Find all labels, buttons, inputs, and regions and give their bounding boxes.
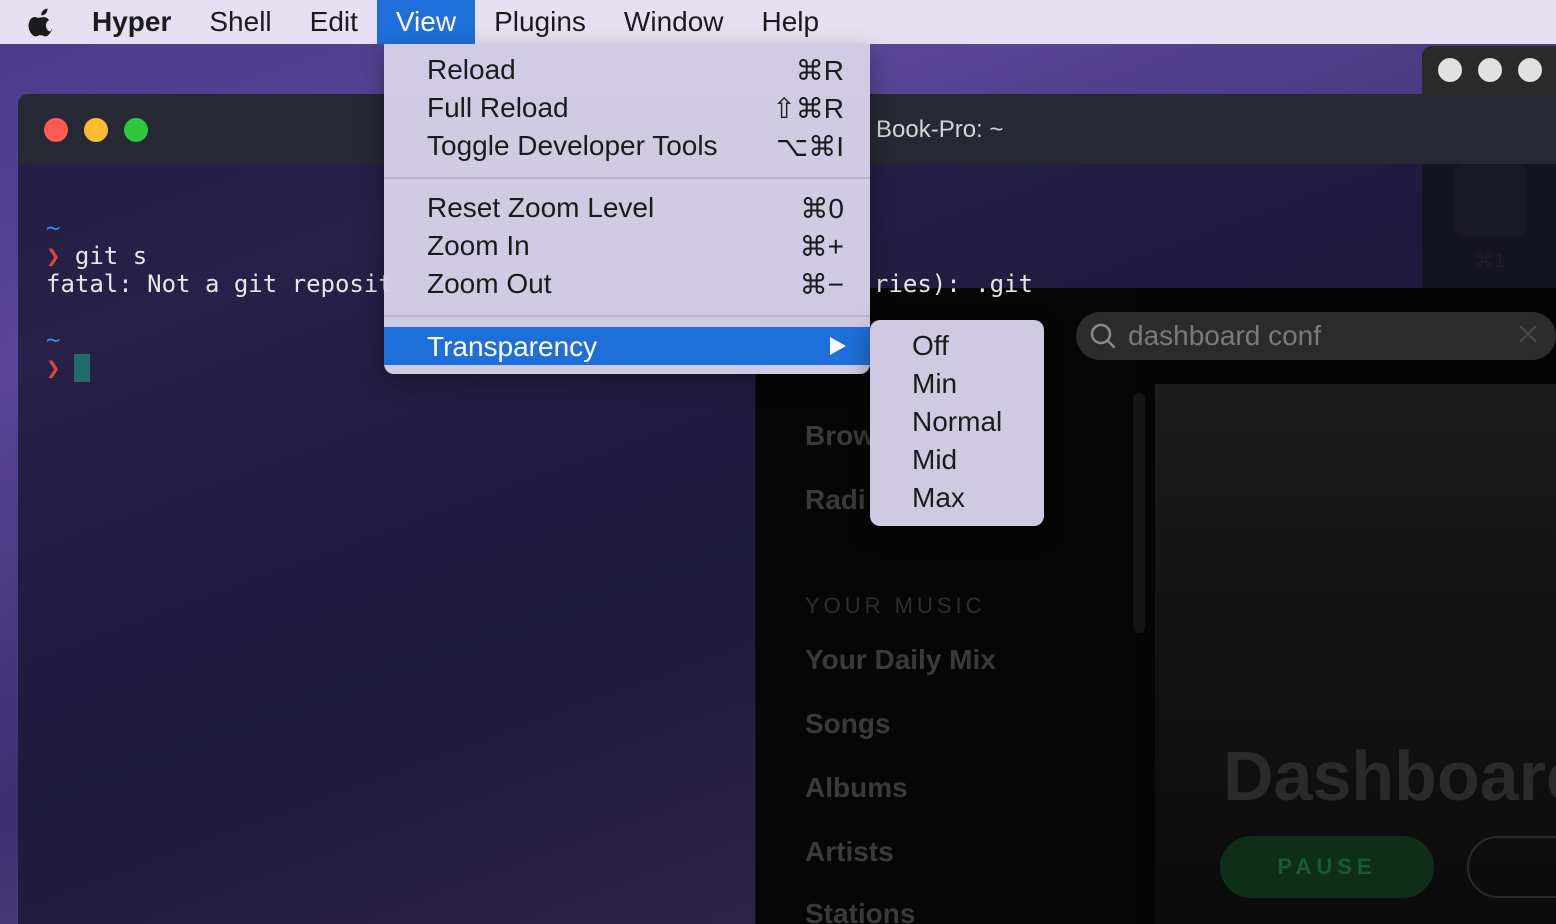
menu-item-label: Reset Zoom Level <box>427 192 655 223</box>
terminal-body-right[interactable]: ries): .git <box>756 164 1556 298</box>
menu-item-zoom-in[interactable]: Zoom In ⌘+ <box>384 226 870 264</box>
zoom-button[interactable] <box>124 118 148 142</box>
submenu-arrow-icon <box>830 337 846 355</box>
minimize-button[interactable] <box>84 118 108 142</box>
submenu-item-normal[interactable]: Normal <box>912 406 1002 438</box>
menu-item-label: Zoom In <box>427 230 530 261</box>
menu-item-toggle-dev-tools[interactable]: Toggle Developer Tools ⌥⌘I <box>384 126 870 164</box>
menu-item-label: Zoom Out <box>427 268 552 299</box>
transparency-submenu: Off Min Normal Mid Max <box>870 320 1044 526</box>
menu-edit[interactable]: Edit <box>291 0 377 44</box>
terminal-title: Book-Pro: ~ <box>876 116 1004 143</box>
apple-menu[interactable] <box>28 7 56 37</box>
menu-item-transparency[interactable]: Transparency <box>384 327 870 365</box>
menu-bar: Hyper Shell Edit View Plugins Window Hel… <box>0 0 1556 44</box>
menu-view[interactable]: View <box>376 0 476 44</box>
view-menu-dropdown: Reload ⌘R Full Reload ⇧⌘R Toggle Develop… <box>384 44 870 374</box>
menu-plugins[interactable]: Plugins <box>475 0 605 44</box>
prompt-arrow: ❯ <box>46 354 61 382</box>
menu-app-hyper[interactable]: Hyper <box>92 0 190 44</box>
close-button[interactable] <box>44 118 68 142</box>
menu-item-reload[interactable]: Reload ⌘R <box>384 50 870 88</box>
menu-separator <box>384 315 870 317</box>
submenu-item-min[interactable]: Min <box>912 368 957 400</box>
command-text: git s <box>60 242 148 270</box>
terminal-line-tilde: ~ <box>46 326 61 354</box>
menu-window[interactable]: Window <box>605 0 743 44</box>
menu-item-shortcut: ⌘R <box>795 55 844 86</box>
menu-item-label: Toggle Developer Tools <box>427 130 718 161</box>
menu-shell[interactable]: Shell <box>190 0 290 44</box>
menu-item-label: Reload <box>427 54 516 85</box>
menu-item-shortcut: ⌘0 <box>800 193 844 224</box>
menu-item-shortcut: ⌘− <box>799 269 844 300</box>
menu-item-label: Transparency <box>427 331 598 362</box>
menu-item-shortcut: ⇧⌘R <box>772 93 844 124</box>
menu-help[interactable]: Help <box>743 0 839 44</box>
terminal-line-error: fatal: Not a git reposit <box>46 270 393 298</box>
menu-item-reset-zoom[interactable]: Reset Zoom Level ⌘0 <box>384 188 870 226</box>
menu-item-label: Full Reload <box>427 92 569 123</box>
menu-item-shortcut: ⌥⌘I <box>775 131 844 162</box>
window-control[interactable] <box>1478 58 1502 82</box>
submenu-item-mid[interactable]: Mid <box>912 444 957 476</box>
terminal-cursor <box>74 354 90 382</box>
menu-separator <box>384 177 870 179</box>
menu-item-shortcut: ⌘+ <box>799 231 844 262</box>
window-control[interactable] <box>1438 58 1462 82</box>
terminal-line-tilde: ~ <box>46 214 61 242</box>
menu-item-zoom-out[interactable]: Zoom Out ⌘− <box>384 264 870 302</box>
submenu-item-max[interactable]: Max <box>912 482 965 514</box>
prompt-arrow: ❯ <box>46 242 61 270</box>
submenu-item-off[interactable]: Off <box>912 330 949 362</box>
apple-icon <box>28 8 53 37</box>
menu-item-full-reload[interactable]: Full Reload ⇧⌘R <box>384 88 870 126</box>
window-control[interactable] <box>1518 58 1542 82</box>
terminal-line-command: ❯ git s <box>46 242 147 270</box>
terminal-line-error-tail: ries): .git <box>874 270 1033 298</box>
